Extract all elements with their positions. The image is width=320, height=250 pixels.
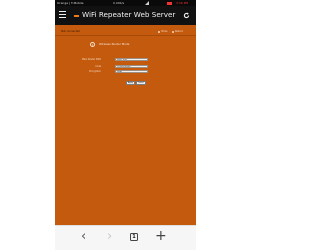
- browser-bottom-bar: ‹ › 1 +: [55, 225, 196, 250]
- battery-icon: [167, 1, 172, 5]
- forward-arrow-icon[interactable]: ›: [107, 230, 112, 244]
- menu-icon[interactable]: [59, 11, 66, 19]
- reboot-link[interactable]: Reboot: [172, 30, 183, 34]
- refresh-icon[interactable]: [183, 12, 190, 19]
- cancel-button[interactable]: Cancel: [136, 81, 146, 85]
- mode-title: Wireless Router Mode: [99, 42, 130, 46]
- web-page: Not connected Home Reboot Wireless Route…: [55, 25, 196, 225]
- home-icon: [158, 30, 160, 33]
- code-field[interactable]: 123456789abc: [115, 65, 148, 68]
- plus-icon[interactable]: +: [155, 229, 167, 243]
- app-title: WiFi Repeater Web Server: [82, 10, 176, 19]
- reboot-icon: [172, 30, 174, 33]
- back-circle-icon[interactable]: [90, 42, 95, 47]
- tab-counter[interactable]: 1: [130, 233, 138, 241]
- ssid-label: Main Router SSID: [82, 58, 101, 61]
- brand-accent-bar: [74, 15, 79, 17]
- encryption-label: Encryption: [89, 70, 101, 73]
- page-header: Not connected Home Reboot: [55, 29, 196, 36]
- signal-icon: [145, 1, 149, 5]
- app-bar: WiFi Repeater Web Server: [55, 6, 196, 25]
- back-arrow-icon[interactable]: ‹: [81, 230, 86, 244]
- reboot-link-label: Reboot: [175, 30, 183, 33]
- code-label: Code: [95, 65, 101, 68]
- apply-button[interactable]: Apply: [126, 81, 135, 85]
- home-link[interactable]: Home: [158, 30, 167, 34]
- connection-status: Not connected: [61, 30, 80, 33]
- home-link-label: Home: [161, 30, 168, 33]
- encryption-select[interactable]: WPA2: [115, 70, 148, 73]
- ssid-field[interactable]: Super Rede: [115, 58, 148, 61]
